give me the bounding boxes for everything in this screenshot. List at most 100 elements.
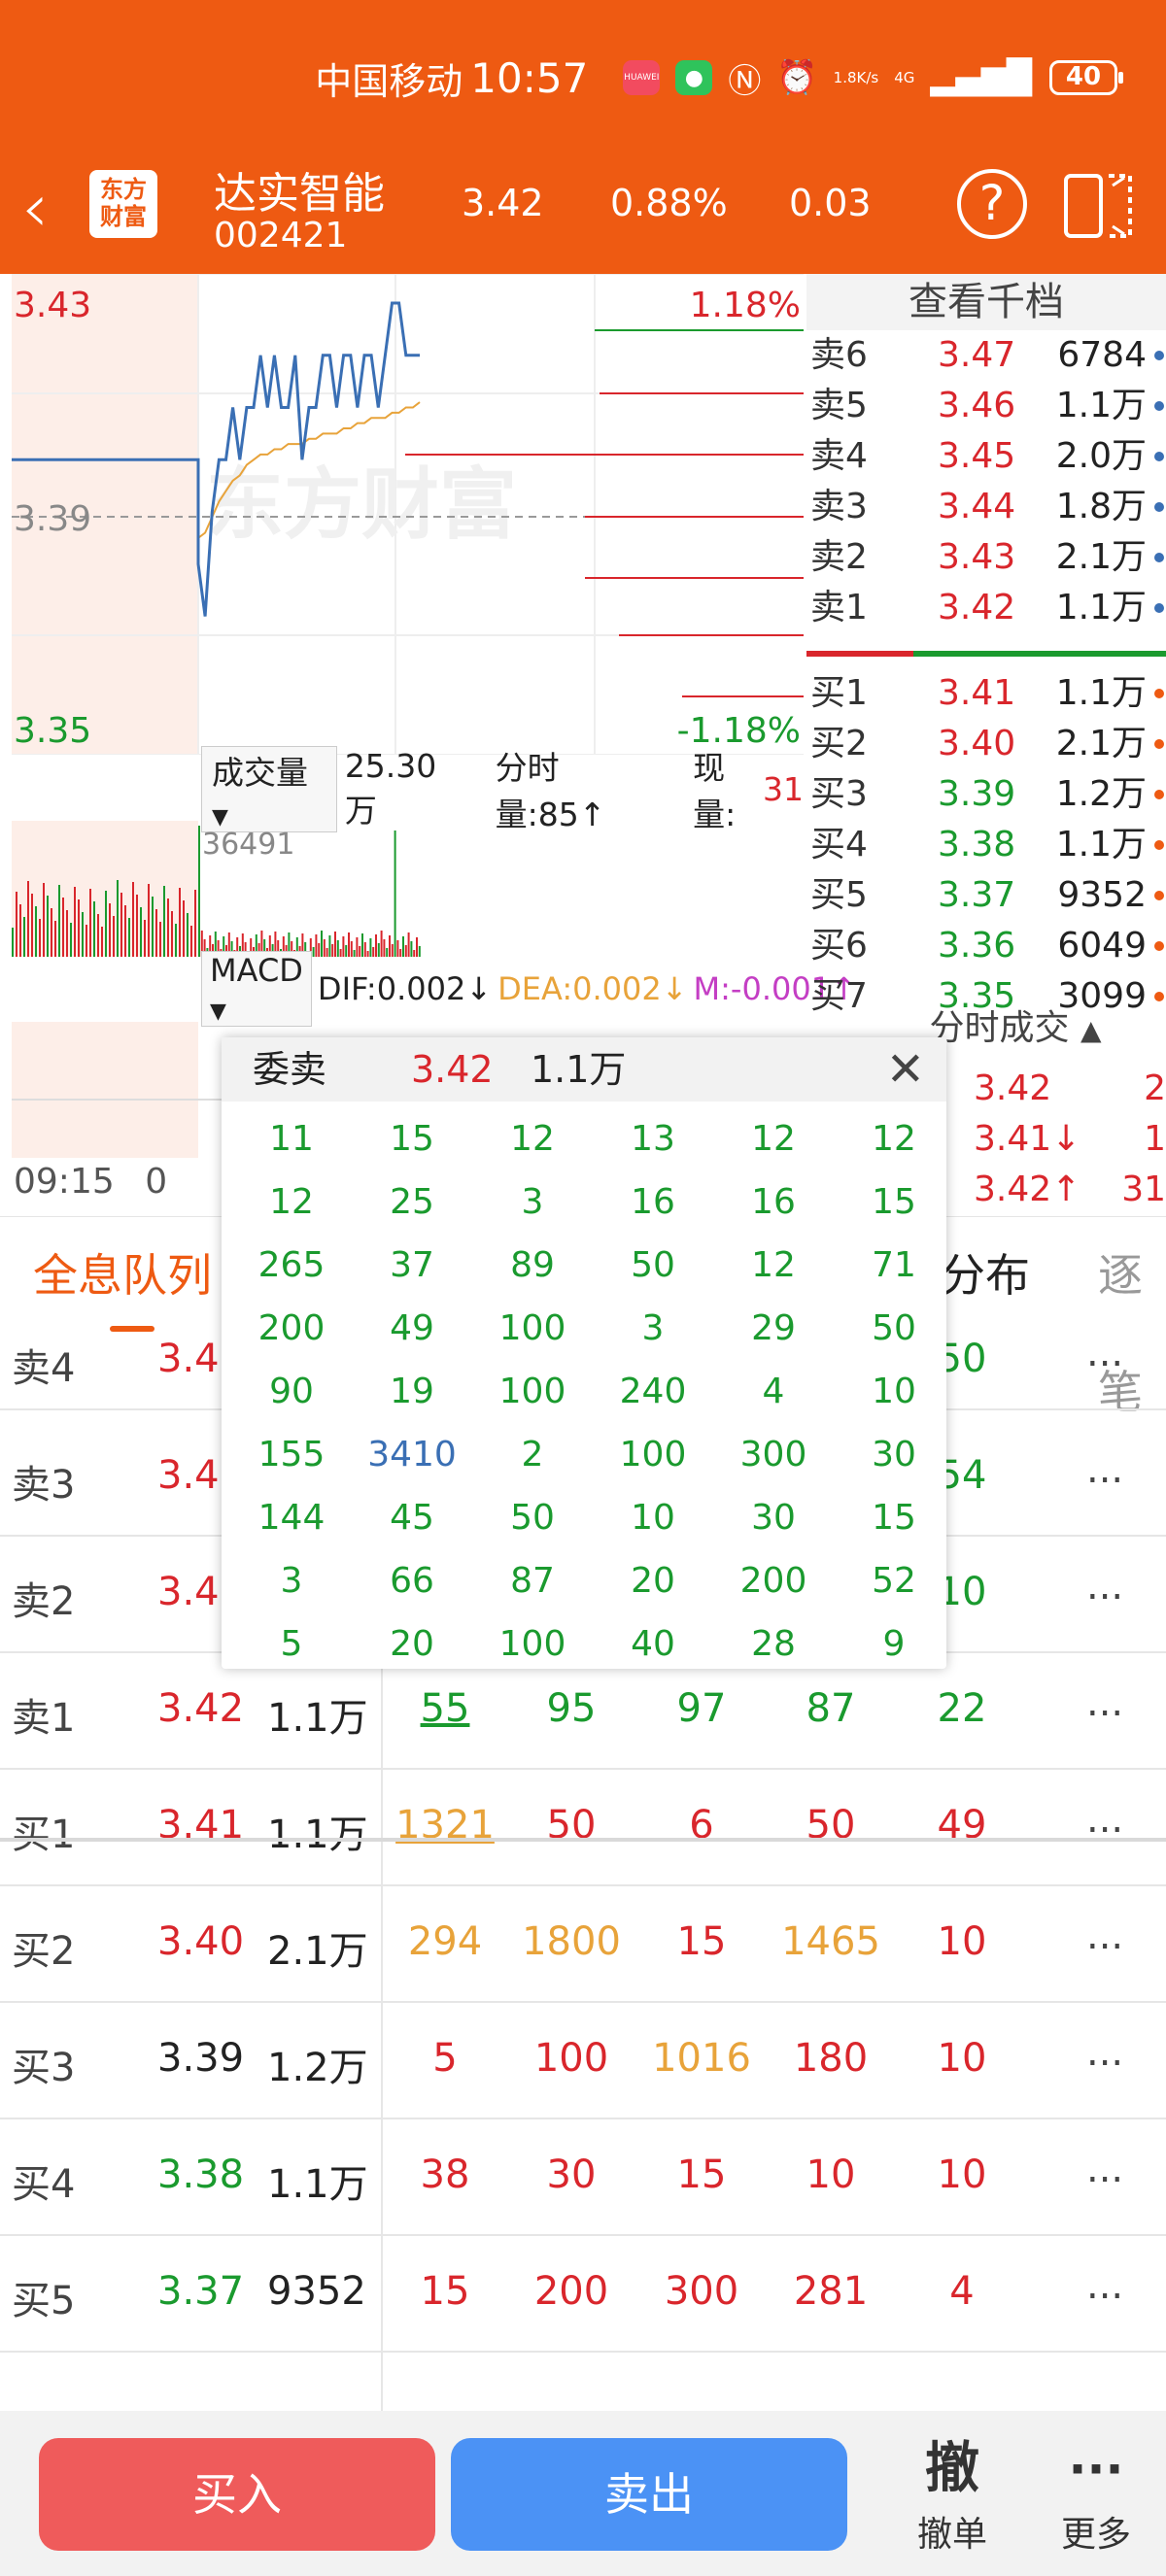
bid-row[interactable]: 买4 3.38 1.1万: [806, 820, 1166, 870]
queue-cell[interactable]: 180: [772, 2036, 889, 2081]
bid-row[interactable]: 买5 3.37 9352: [806, 870, 1166, 921]
back-icon[interactable]: ‹: [21, 174, 49, 242]
queue-cell[interactable]: 1016: [643, 2036, 760, 2081]
bid-row[interactable]: 买3 3.39 1.2万: [806, 769, 1166, 820]
queue-cell[interactable]: 294: [387, 1919, 503, 1964]
queue-cell[interactable]: 4: [904, 2269, 1020, 2314]
popup-queue-cell: 87: [510, 1561, 555, 1601]
volume-bar: [16, 892, 17, 957]
ask-row[interactable]: 卖6 3.47 6784: [806, 330, 1166, 381]
volume-bar: [404, 945, 407, 957]
ask-row[interactable]: 卖2 3.43 2.1万: [806, 532, 1166, 583]
tick-high-pct: 1.18%: [690, 286, 801, 325]
queue-row[interactable]: 买2 3.40 2.1万 294 1800 15 1465 10...: [0, 1886, 1166, 2003]
queue-row[interactable]: 买5 3.37 9352 15 200 300 281 4...: [0, 2236, 1166, 2353]
volume-bar: [19, 904, 21, 957]
cancel-order-button[interactable]: 撤 撤单: [894, 2438, 1011, 2557]
bid-row[interactable]: 买2 3.40 2.1万: [806, 719, 1166, 769]
nfc-icon: Ⓝ: [728, 61, 762, 101]
queue-row[interactable]: 买3 3.39 1.2万 5 100 1016 180 10...: [0, 2003, 1166, 2119]
bid-row[interactable]: 买6 3.36 6049: [806, 921, 1166, 971]
queue-cell[interactable]: 95: [513, 1686, 630, 1731]
volume-bar: [399, 949, 402, 957]
stock-name[interactable]: 达实智能: [214, 158, 385, 220]
order-book[interactable]: 查看千档 卖6 3.47 6784 卖5 3.46 1.1万 卖4 3.45 2.0万 卖3 3.4…: [806, 274, 1166, 1016]
sell-button[interactable]: 卖出: [451, 2438, 847, 2551]
bid-vol: 2.1万: [1055, 724, 1147, 763]
queue-cell[interactable]: 55: [387, 1686, 503, 1731]
ask-vol: 1.1万: [1055, 386, 1147, 425]
queue-price: 3.40: [157, 1919, 245, 1964]
queue-more-icon[interactable]: ...: [1086, 1331, 1123, 1375]
queue-cell[interactable]: 87: [772, 1686, 889, 1731]
queue-cell[interactable]: 1800: [513, 1919, 630, 1964]
queue-more-icon[interactable]: ...: [1086, 1564, 1123, 1609]
bid-label: 买5: [810, 875, 868, 915]
queue-cell[interactable]: 100: [513, 2036, 630, 2081]
queue-cell[interactable]: 1465: [772, 1919, 889, 1964]
queue-cell[interactable]: 5: [387, 2036, 503, 2081]
queue-more-icon[interactable]: ...: [1086, 1797, 1123, 1842]
volume-bar: [183, 900, 185, 957]
help-icon[interactable]: ?: [957, 169, 1027, 239]
queue-row[interactable]: 买4 3.38 1.1万 38 30 15 10 10...: [0, 2119, 1166, 2236]
queue-vol: 9352: [267, 2269, 366, 2314]
queue-cell[interactable]: 300: [643, 2269, 760, 2314]
queue-more-icon[interactable]: ...: [1086, 1680, 1123, 1725]
indicator-select-macd[interactable]: MACD ▼: [201, 951, 312, 1027]
volume-bar: [402, 936, 404, 957]
queue-label: 买5: [12, 2279, 76, 2323]
queue-price: 3.42: [157, 1686, 245, 1731]
queue-cell[interactable]: 22: [904, 1686, 1020, 1731]
queue-more-icon[interactable]: ...: [1086, 2147, 1123, 2191]
bid-row[interactable]: 买1 3.41 1.1万: [806, 668, 1166, 719]
queue-row[interactable]: 卖1 3.42 1.1万 55 95 97 87 22...: [0, 1653, 1166, 1770]
volume-bar: [113, 916, 115, 957]
popup-queue-cell: 50: [510, 1498, 555, 1538]
popup-queue-cell: 89: [510, 1245, 555, 1285]
ask-row[interactable]: 卖3 3.44 1.8万: [806, 482, 1166, 532]
queue-cell[interactable]: 281: [772, 2269, 889, 2314]
volume-bar: [23, 917, 25, 957]
queue-cell[interactable]: 97: [643, 1686, 760, 1731]
queue-more-icon[interactable]: ...: [1086, 2263, 1123, 2308]
queue-cell[interactable]: 30: [513, 2152, 630, 2197]
queue-cell[interactable]: 200: [513, 2269, 630, 2314]
buy-button[interactable]: 买入: [39, 2438, 435, 2551]
popup-queue-cell: 45: [390, 1498, 434, 1538]
queue-row[interactable]: 买1 3.41 1.1万 1321 50 6 50 49...: [0, 1770, 1166, 1886]
queue-cell[interactable]: 15: [643, 2152, 760, 2197]
landscape-switch-icon[interactable]: [1062, 168, 1136, 242]
volume-bar: [82, 912, 84, 957]
indicator-select-volume[interactable]: 成交量 ▼: [201, 745, 337, 832]
close-icon[interactable]: ✕: [886, 1037, 925, 1102]
ask-row[interactable]: 卖4 3.45 2.0万: [806, 431, 1166, 482]
queue-more-icon[interactable]: ...: [1086, 1914, 1123, 1958]
queue-more-icon[interactable]: ...: [1086, 1447, 1123, 1492]
popup-queue-cell: 11: [269, 1119, 314, 1159]
queue-label: 卖4: [12, 1346, 76, 1391]
popup-queue-cell: 12: [751, 1245, 796, 1285]
queue-cell[interactable]: 15: [387, 2269, 503, 2314]
queue-more-icon[interactable]: ...: [1086, 2030, 1123, 2075]
bid-vol: 1.1万: [1055, 673, 1147, 713]
order-book-separator: [806, 651, 1166, 657]
queue-cell[interactable]: 38: [387, 2152, 503, 2197]
queue-cell[interactable]: 10: [772, 2152, 889, 2197]
queue-cell[interactable]: 10: [904, 1919, 1020, 1964]
volume-bar: [345, 945, 348, 957]
intraday-chart[interactable]: 东方财富 3.43 3.39 3.35 1.18% -1.18%: [12, 274, 804, 755]
popup-queue-cell: 52: [872, 1561, 916, 1601]
more-button[interactable]: ··· 更多: [1038, 2438, 1154, 2557]
queue-cell[interactable]: 10: [904, 2036, 1020, 2081]
view-1000-levels-button[interactable]: 查看千档: [806, 274, 1166, 330]
popup-queue-cell: 5: [280, 1624, 303, 1664]
cancel-icon: 撤: [925, 2437, 979, 2500]
queue-cell[interactable]: 15: [643, 1919, 760, 1964]
ask-row[interactable]: 卖5 3.46 1.1万: [806, 381, 1166, 431]
ask-dot: [1154, 553, 1164, 562]
ask-row[interactable]: 卖1 3.42 1.1万: [806, 583, 1166, 633]
header-price: 3.42: [462, 182, 544, 224]
queue-cell[interactable]: 10: [904, 2152, 1020, 2197]
volume-bar: [70, 923, 72, 957]
